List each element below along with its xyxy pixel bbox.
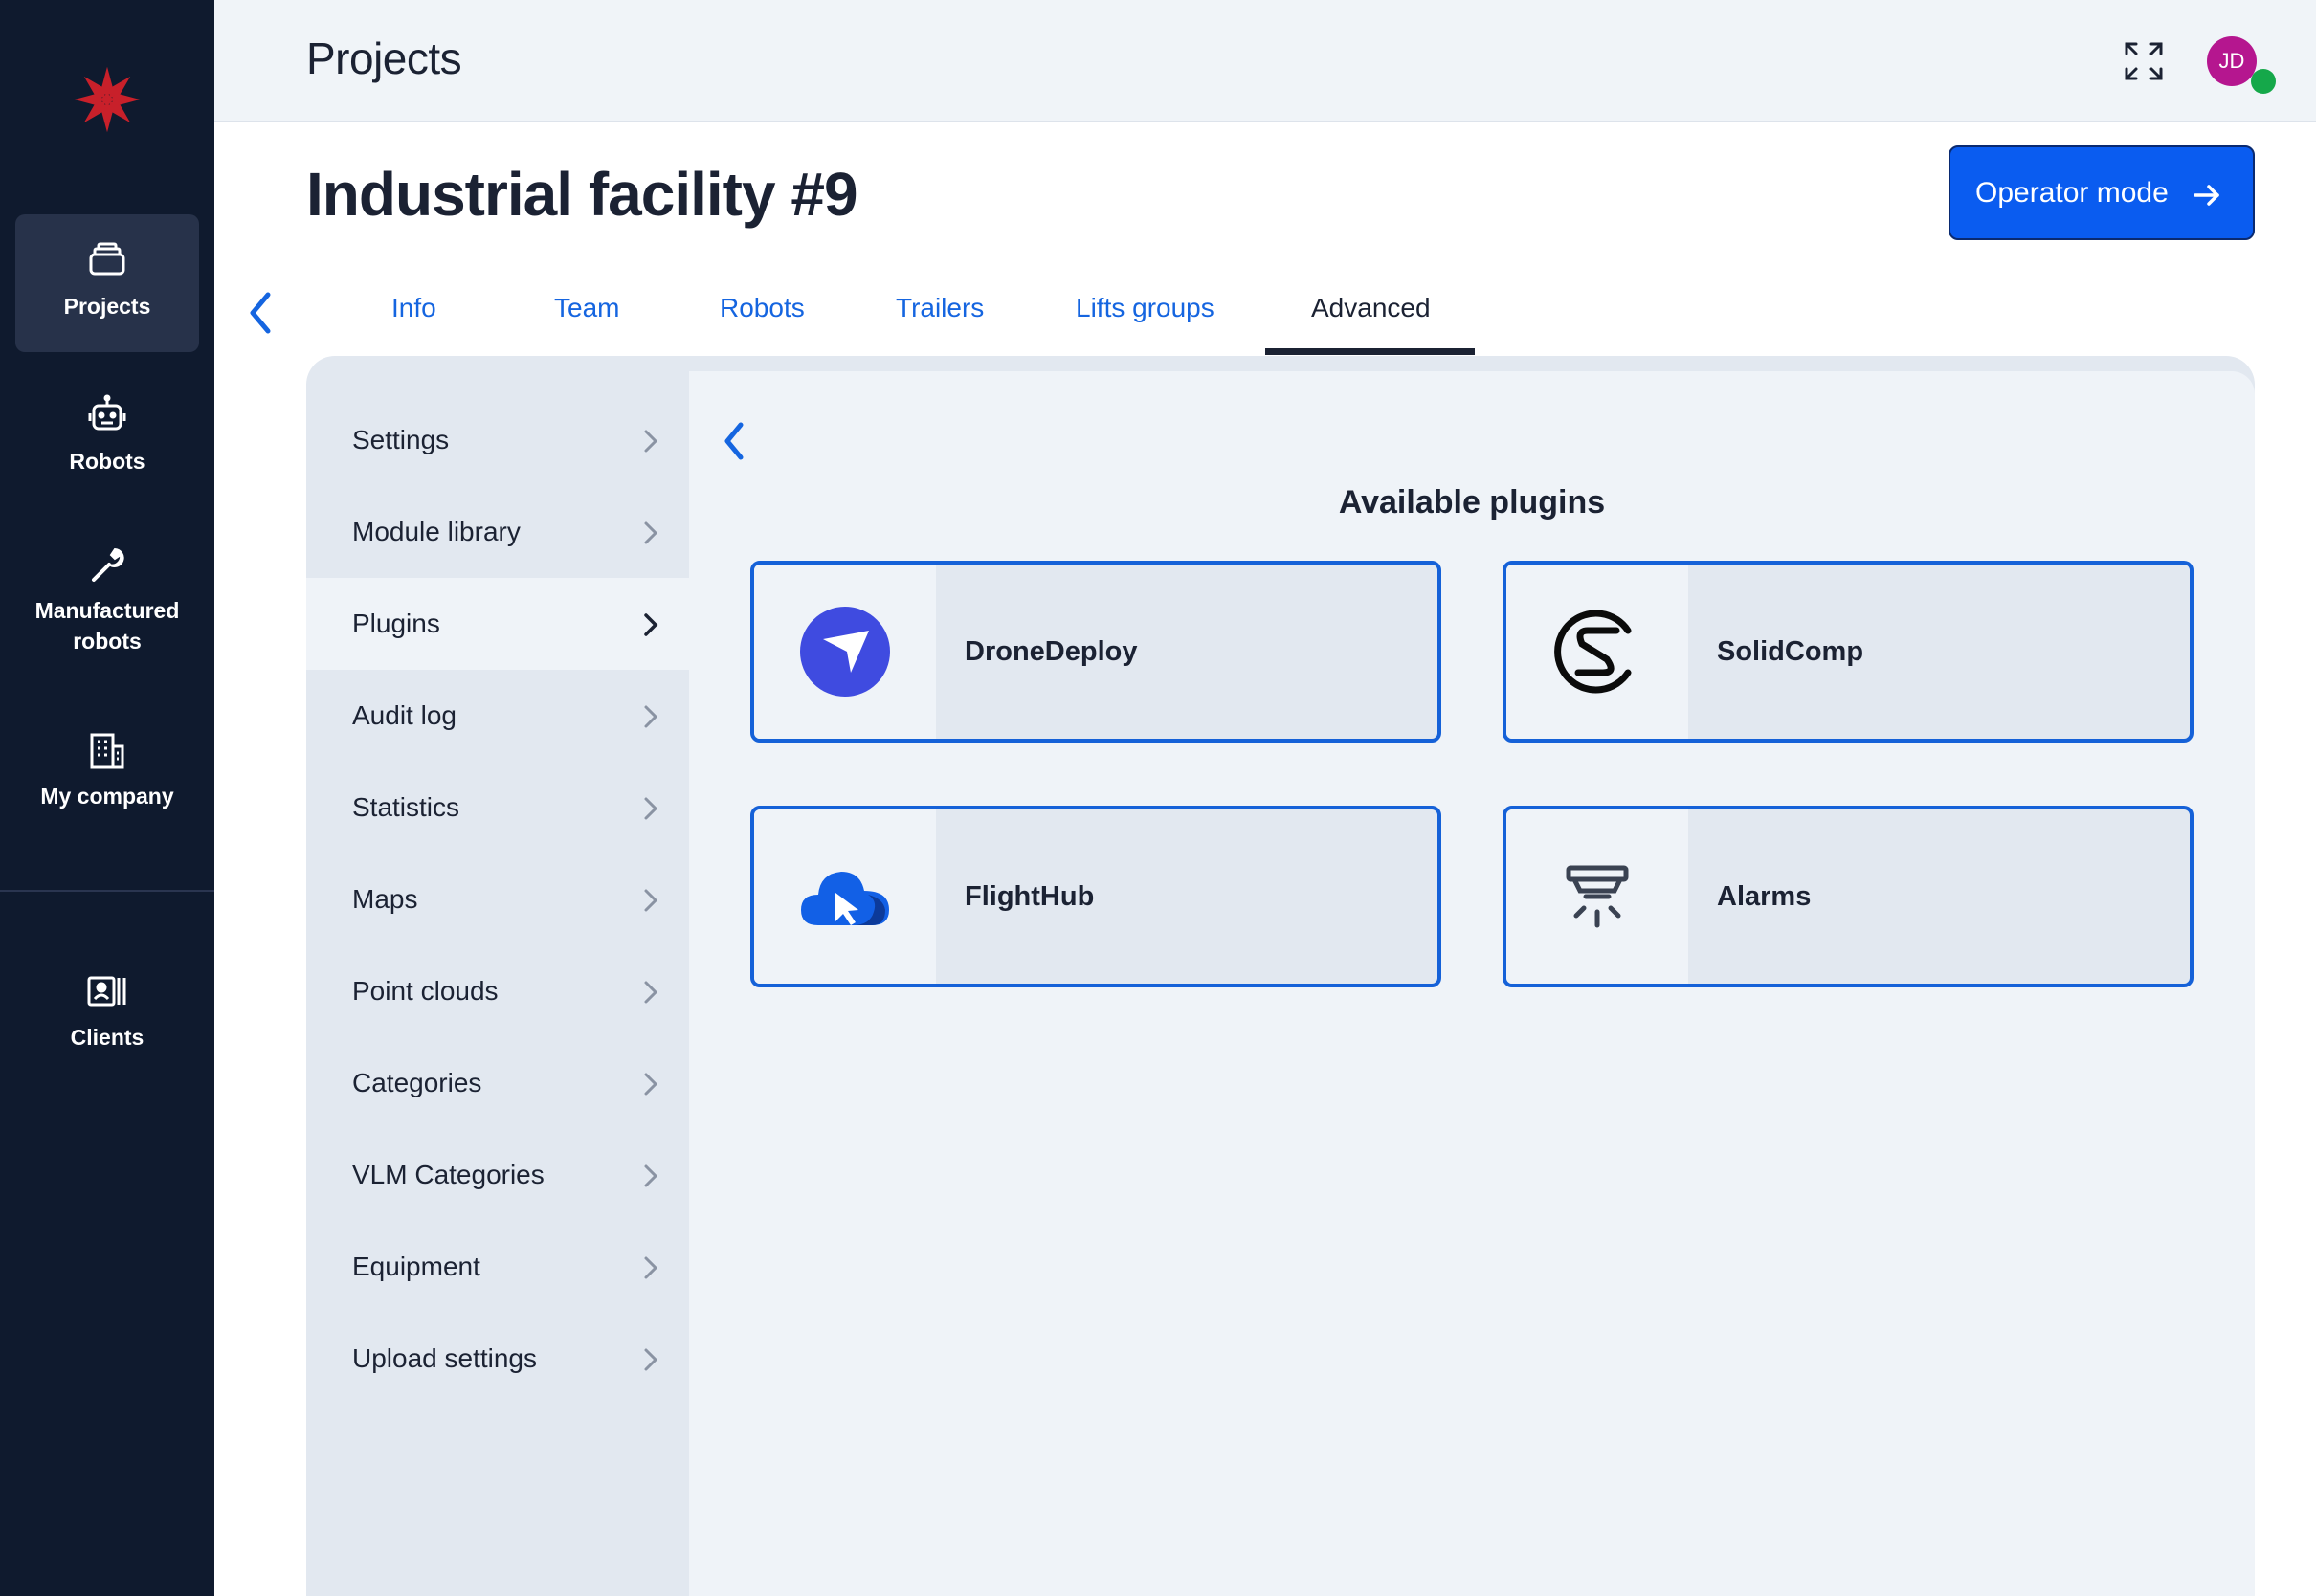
submenu-item-point-clouds[interactable]: Point clouds — [306, 945, 689, 1037]
user-avatar[interactable]: JD — [2207, 36, 2257, 86]
submenu-item-categories[interactable]: Categories — [306, 1037, 689, 1129]
submenu-item-plugins[interactable]: Plugins — [306, 578, 689, 670]
chevron-right-icon — [644, 521, 658, 544]
sidebar: Projects Robots Manufactured robots My c… — [0, 0, 214, 1596]
id-card-icon — [87, 976, 126, 1007]
chevron-right-icon — [644, 981, 658, 1004]
page-title: Industrial facility #9 — [306, 160, 858, 229]
solidcomp-logo-icon — [1554, 610, 1632, 694]
submenu-item-label: Upload settings — [352, 1343, 538, 1373]
chevron-right-icon — [644, 705, 658, 728]
submenu-item-module-library[interactable]: Module library — [306, 486, 689, 578]
alarm-siren-icon — [1566, 865, 1629, 928]
nav-item-robots[interactable]: Robots — [15, 373, 199, 498]
operator-mode-label: Operator mode — [1975, 176, 2169, 209]
submenu-item-statistics[interactable]: Statistics — [306, 762, 689, 853]
plugin-icon-box — [754, 565, 936, 739]
plugins-title: Available plugins — [1338, 484, 1606, 521]
plugin-icon-box — [1506, 809, 1688, 984]
submenu-item-label: Point clouds — [352, 976, 499, 1006]
tab-team[interactable]: Team — [554, 293, 619, 323]
advanced-content: Settings Module library Plugins Audit lo… — [306, 356, 2255, 1596]
plugin-name: FlightHub — [965, 880, 1095, 912]
top-bar-title: Projects — [306, 33, 462, 83]
plugin-name: Alarms — [1717, 880, 1812, 912]
chevron-right-icon — [644, 1073, 658, 1096]
plugin-card-alarms[interactable]: Alarms — [1503, 806, 2194, 987]
submenu-item-vlm-categories[interactable]: VLM Categories — [306, 1129, 689, 1221]
wrench-icon — [92, 547, 124, 582]
plugin-name: SolidComp — [1717, 635, 1864, 667]
tab-lifts-groups[interactable]: Lifts groups — [1076, 293, 1214, 323]
back-chevron-icon[interactable] — [243, 287, 278, 339]
arrow-right-icon — [2194, 185, 2219, 206]
chevron-right-icon — [644, 430, 658, 453]
nav-item-clients[interactable]: Clients — [15, 953, 199, 1077]
submenu-item-equipment[interactable]: Equipment — [306, 1221, 689, 1313]
nav-label: My company — [40, 784, 174, 809]
company-logo — [74, 66, 141, 133]
submenu-item-label: Plugins — [352, 609, 440, 638]
chevron-right-icon — [644, 1164, 658, 1187]
submenu-item-upload-settings[interactable]: Upload settings — [306, 1313, 689, 1405]
chevron-right-icon — [644, 1348, 658, 1371]
submenu-item-label: Audit log — [352, 700, 457, 730]
submenu-item-label: Categories — [352, 1068, 482, 1097]
nav-label: Robots — [69, 449, 145, 474]
nav-item-projects[interactable]: Projects — [15, 214, 199, 352]
plugin-icon-box — [1506, 565, 1688, 739]
nav-label: Clients — [70, 1025, 145, 1050]
robot-icon — [88, 394, 126, 431]
flighthub-cloud-icon — [801, 872, 889, 925]
submenu-item-label: Statistics — [352, 792, 460, 822]
plugin-card-dronedeploy[interactable]: DroneDeploy — [750, 561, 1441, 743]
submenu-item-label: Equipment — [352, 1252, 480, 1281]
submenu-item-label: Maps — [352, 884, 418, 914]
plugins-panel: Available plugins DroneDeploy SolidComp — [689, 371, 2255, 1596]
active-tab-indicator — [1265, 348, 1475, 355]
layers-icon — [89, 242, 125, 276]
nav-label: Manufactured robots — [34, 598, 180, 654]
plugin-icon-box — [754, 809, 936, 984]
plugin-card-flighthub[interactable]: FlightHub — [750, 806, 1441, 987]
chevron-right-icon — [644, 1256, 658, 1279]
submenu-item-audit-log[interactable]: Audit log — [306, 670, 689, 762]
top-bar: Projects JD — [214, 0, 2316, 122]
tab-advanced[interactable]: Advanced — [1311, 293, 1431, 323]
plugin-name: DroneDeploy — [965, 635, 1138, 667]
chevron-right-icon — [644, 797, 658, 820]
nav-divider — [0, 890, 214, 892]
nav-item-manufactured-robots[interactable]: Manufactured robots — [15, 526, 199, 689]
tab-trailers[interactable]: Trailers — [896, 293, 984, 323]
chevron-right-icon — [644, 613, 658, 636]
nav-item-my-company[interactable]: My company — [15, 712, 199, 836]
building-icon — [90, 733, 124, 769]
advanced-submenu: Settings Module library Plugins Audit lo… — [306, 394, 689, 1405]
chevron-right-icon — [644, 889, 658, 912]
fullscreen-icon[interactable] — [2119, 36, 2169, 86]
submenu-item-label: Settings — [352, 425, 450, 454]
submenu-item-settings[interactable]: Settings — [306, 394, 689, 486]
submenu-item-maps[interactable]: Maps — [306, 853, 689, 945]
online-status-indicator — [2251, 69, 2276, 94]
operator-mode-button[interactable]: Operator mode — [1949, 145, 2255, 240]
submenu-item-label: Module library — [352, 517, 521, 546]
submenu-item-label: VLM Categories — [352, 1160, 545, 1189]
dronedeploy-logo-icon — [800, 607, 890, 697]
tab-info[interactable]: Info — [391, 293, 436, 323]
back-chevron-icon[interactable] — [720, 419, 748, 463]
plugin-card-solidcomp[interactable]: SolidComp — [1503, 561, 2194, 743]
tab-robots[interactable]: Robots — [720, 293, 805, 323]
nav-label: Projects — [63, 294, 151, 319]
